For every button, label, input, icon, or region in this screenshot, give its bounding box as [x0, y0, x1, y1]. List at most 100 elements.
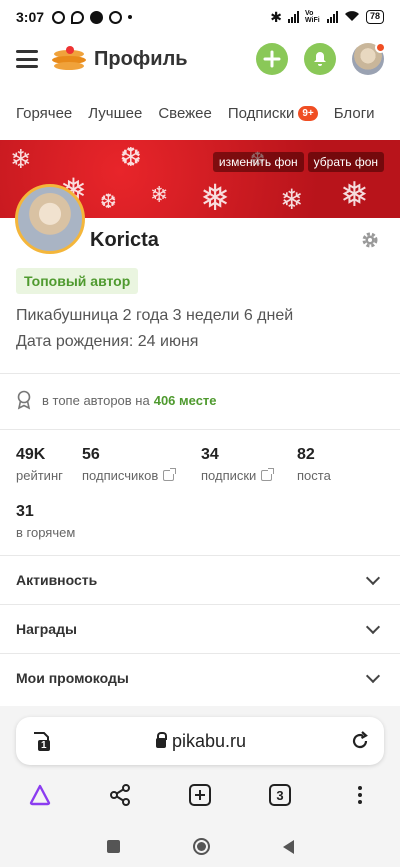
settings-gear-icon[interactable] — [360, 230, 380, 250]
tabs-switcher-button[interactable]: 3 — [266, 781, 294, 809]
plus-icon — [263, 50, 281, 68]
accordion-promocodes[interactable]: Мои промокоды — [0, 654, 400, 702]
chevron-down-icon — [365, 619, 381, 634]
url-display[interactable]: pikabu.ru — [155, 731, 246, 752]
profile-avatar[interactable] — [15, 184, 85, 254]
stat-posts-label: поста — [297, 468, 331, 483]
tab-subscriptions[interactable]: Подписки 9+ — [228, 105, 318, 122]
external-link-icon — [261, 468, 275, 481]
stat-subscribers-label: подписчиков — [82, 468, 159, 483]
plus-square-icon — [189, 784, 211, 806]
status-system-icons: ✱ Vo WiFi 78 — [270, 9, 384, 26]
tab-fresh[interactable]: Свежее — [158, 105, 212, 122]
snowflake-icon: ❄ — [280, 184, 304, 215]
page-title: Профиль — [94, 47, 188, 70]
pikabu-logo[interactable] — [52, 46, 86, 72]
divider — [0, 373, 400, 374]
menu-icon[interactable] — [16, 50, 38, 68]
browser-toolbar: 3 — [0, 780, 400, 810]
stat-hot: 31 в горячем — [16, 503, 75, 540]
stat-posts-value: 82 — [297, 446, 315, 463]
status-time: 3:07 — [16, 9, 45, 25]
stat-rating-value: 49K — [16, 446, 46, 463]
tab-best[interactable]: Лучшее — [88, 105, 142, 122]
accordion-activity-label: Активность — [16, 572, 98, 588]
snowflake-icon: ❅ — [340, 176, 369, 214]
stat-hot-label: в горячем — [16, 525, 76, 540]
share-button[interactable] — [106, 781, 134, 809]
drop-icon — [90, 10, 104, 24]
reload-icon[interactable] — [350, 731, 370, 751]
bell-icon — [314, 52, 326, 66]
stat-subscriptions-value: 34 — [201, 446, 219, 463]
recents-button[interactable] — [106, 840, 120, 853]
back-button[interactable] — [282, 839, 294, 854]
lock-icon — [155, 731, 167, 748]
alice-icon — [29, 784, 51, 806]
stat-posts: 82 поста — [297, 446, 331, 483]
stat-rating-label: рейтинг — [16, 468, 63, 483]
new-tab-button[interactable] — [186, 781, 214, 809]
accordion-awards[interactable]: Награды — [0, 605, 400, 653]
chat-icon — [71, 10, 85, 24]
remove-background-button[interactable]: убрать фон — [307, 152, 384, 172]
snowflake-icon: ❄ — [150, 182, 169, 207]
notifications-button[interactable] — [304, 43, 336, 75]
notification-dot — [375, 42, 386, 53]
network-type-label: Vo WiFi — [304, 10, 320, 24]
system-navigation-bar — [0, 826, 400, 867]
chevron-down-icon — [365, 570, 381, 585]
add-post-button[interactable] — [256, 43, 288, 75]
chevron-down-icon — [365, 668, 381, 683]
address-bar[interactable]: 1 pikabu.ru — [16, 717, 384, 765]
tabs-count: 3 — [276, 787, 284, 803]
status-bar: 3:07 ✱ Vo WiFi 78 — [0, 0, 400, 34]
subscriptions-count-badge: 9+ — [298, 106, 318, 122]
change-background-button[interactable]: изменить фон — [212, 152, 304, 172]
accordion-activity[interactable]: Активность — [0, 556, 400, 604]
stat-subscriptions-label: подписки — [201, 468, 257, 483]
app-header: Профиль — [0, 34, 400, 84]
stat-subscribers[interactable]: 56 подписчиков — [82, 446, 177, 483]
more-menu-button[interactable] — [346, 781, 374, 809]
top-author-badge: Топовый автор — [16, 268, 139, 294]
snowflake-icon: ❆ — [120, 142, 142, 172]
wifi-icon — [344, 9, 360, 25]
home-button[interactable] — [192, 838, 210, 855]
share-icon — [110, 784, 130, 806]
section-tabs: Горячее Лучшее Свежее Подписки 9+ Блоги — [0, 93, 400, 133]
alarm-icon — [52, 10, 66, 24]
ring-icon — [109, 10, 123, 24]
profile-tenure: Пикабушница 2 года 3 недели 6 дней — [16, 307, 294, 324]
status-notification-icons — [52, 10, 133, 24]
tab-blogs[interactable]: Блоги — [334, 105, 375, 122]
more-vertical-icon — [358, 786, 362, 804]
alice-assistant-button[interactable] — [26, 781, 54, 809]
stat-hot-value: 31 — [16, 503, 34, 520]
rank-text: в топе авторов на — [42, 392, 150, 408]
external-link-icon — [163, 468, 177, 481]
banner-actions: изменить фон убрать фон — [212, 152, 384, 172]
more-notifications-icon — [128, 15, 133, 19]
incognito-tabs-count: 1 — [41, 740, 47, 751]
tab-subscriptions-label: Подписки — [227, 104, 295, 122]
tab-hot[interactable]: Горячее — [16, 105, 72, 122]
snowflake-icon: ❄ — [10, 144, 32, 174]
signal-icon — [287, 11, 299, 23]
bluetooth-icon: ✱ — [270, 8, 282, 25]
profile-birthday: Дата рождения: 24 июня — [16, 333, 199, 350]
battery-indicator: 78 — [365, 10, 384, 24]
stat-rating: 49K рейтинг — [16, 446, 63, 483]
snowflake-icon: ❅ — [200, 177, 231, 218]
stat-subscribers-value: 56 — [82, 446, 100, 463]
author-rank-row: в топе авторов на 406 месте — [16, 390, 217, 410]
rank-value: 406 месте — [153, 392, 217, 408]
divider — [0, 429, 400, 430]
stat-subscriptions[interactable]: 34 подписки — [201, 446, 275, 483]
user-avatar-button[interactable] — [352, 42, 386, 75]
incognito-tabs-icon[interactable]: 1 — [30, 730, 52, 752]
accordion-awards-label: Награды — [16, 621, 77, 637]
snowflake-icon: ❆ — [100, 191, 117, 213]
signal-2-icon — [326, 11, 338, 23]
accordion-promocodes-label: Мои промокоды — [16, 670, 129, 686]
